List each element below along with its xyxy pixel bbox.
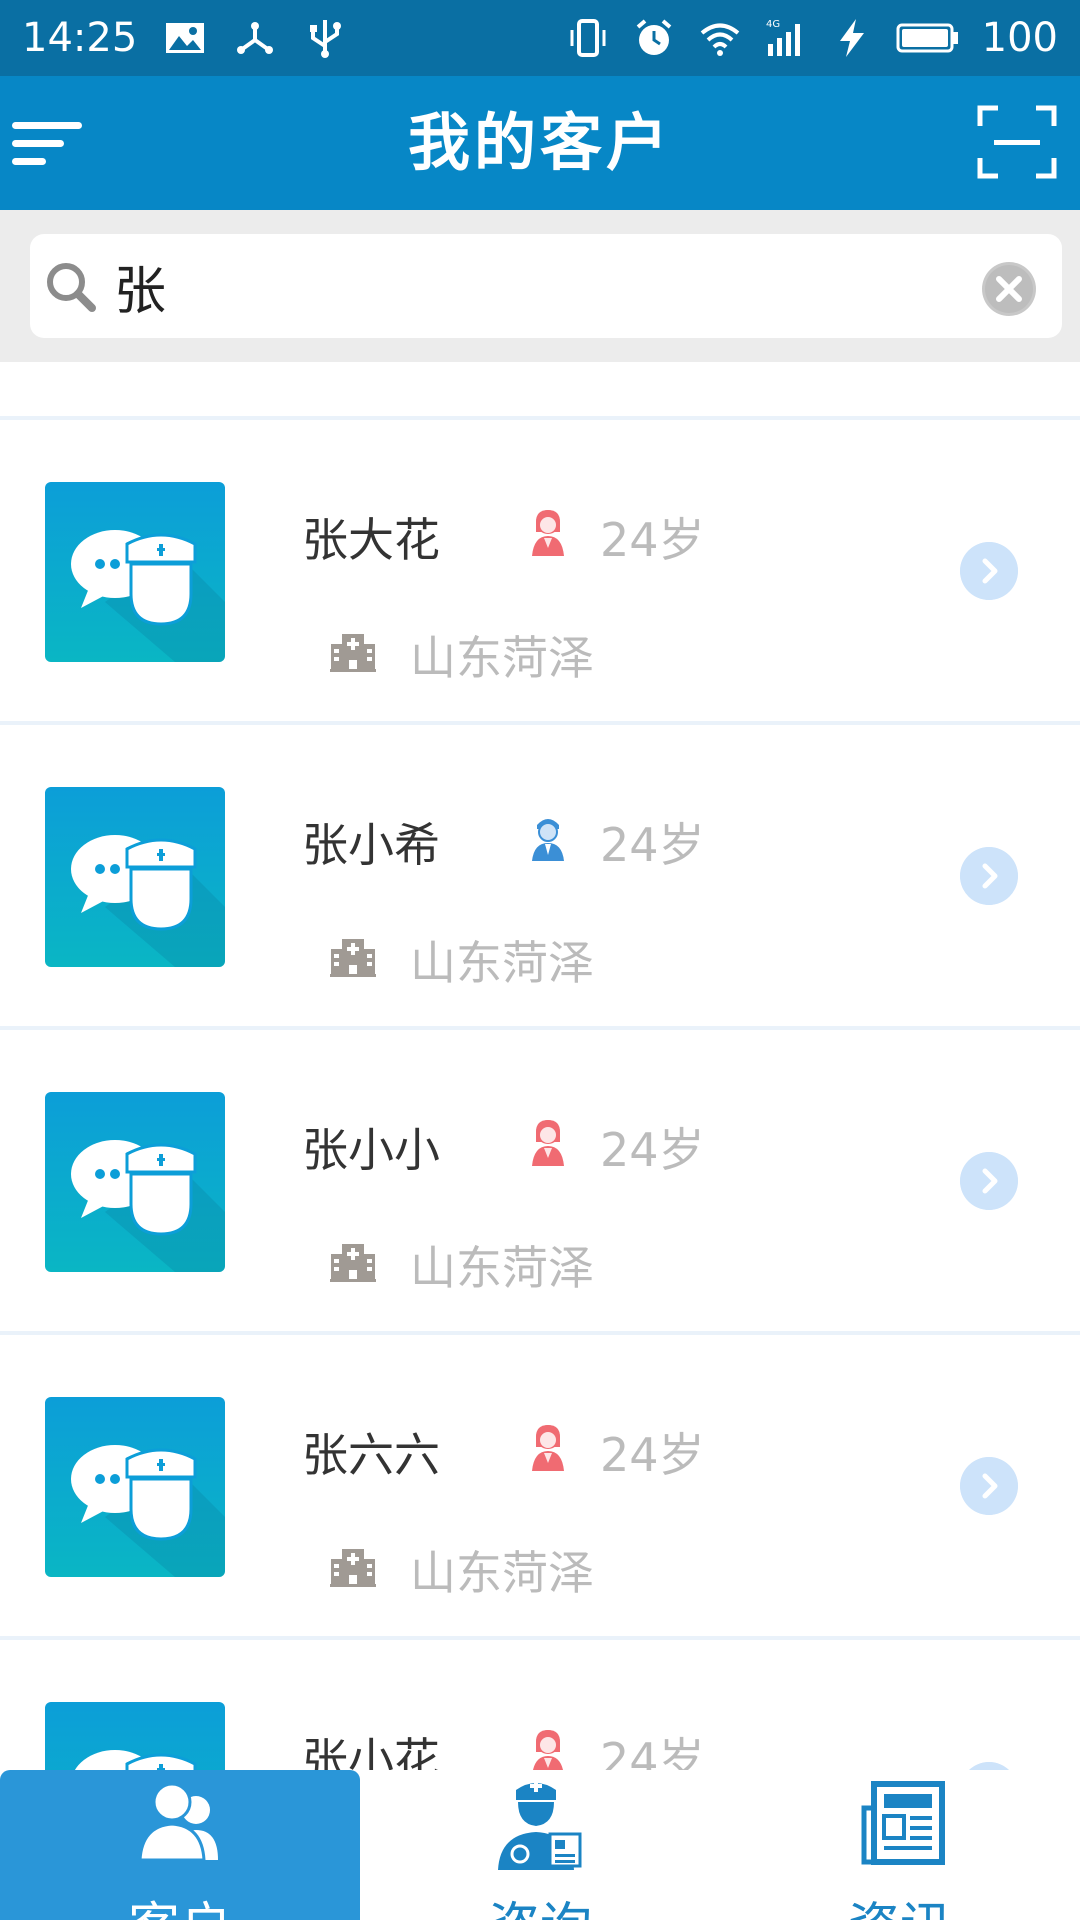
customer-location: 山东菏泽 [410, 936, 594, 990]
female-icon [528, 1728, 568, 1770]
signal-4g-icon: 4G [766, 19, 800, 56]
customer-avatar [45, 482, 225, 662]
female-icon [528, 508, 568, 556]
alarm-icon [636, 19, 671, 55]
search-bar[interactable] [30, 234, 1062, 338]
vibrate-icon [570, 19, 606, 57]
customer-avatar [45, 1397, 225, 1577]
customer-name: 张六六 [302, 1428, 440, 1482]
hospital-icon [330, 1242, 376, 1282]
page-title: 我的客户 [407, 106, 672, 179]
scan-icon[interactable] [976, 104, 1058, 180]
tab-customers[interactable]: 客户 [0, 1770, 360, 1920]
customer-age: 24岁 [600, 1428, 705, 1482]
search-area [0, 210, 1080, 362]
search-input[interactable] [114, 248, 974, 324]
customer-row[interactable]: 张小希 24岁山东菏泽 [0, 725, 1080, 1030]
hospital-icon [330, 632, 376, 672]
status-bar: 14:25 4G 100 [0, 0, 1080, 76]
customer-list[interactable]: 张大花 24岁 山东菏泽 张小希 24岁 山东菏泽 张小小 24岁 山东菏泽 张六六 24岁 山东菏泽… [0, 362, 1080, 1770]
customer-age: 24岁 [600, 1123, 705, 1177]
tab-news-label: 资讯 [720, 1898, 1080, 1920]
male-icon [528, 813, 568, 861]
customer-age: 24岁 [600, 818, 705, 872]
tab-customers-label: 客户 [0, 1898, 360, 1920]
share-icon [237, 22, 274, 54]
customer-name: 张小小 [302, 1123, 440, 1177]
search-icon [47, 263, 96, 312]
customer-row[interactable]: 张小花 24岁 [0, 1640, 1080, 1770]
chevron-right-icon[interactable] [960, 847, 1018, 905]
customer-age: 24岁 [600, 513, 705, 567]
list-top-spacer [0, 362, 1080, 420]
wifi-icon [700, 23, 739, 56]
customer-row[interactable]: 张小小 24岁山东菏泽 [0, 1030, 1080, 1335]
bottom-tab-bar: 客户 咨询 资讯 [0, 1770, 1080, 1920]
image-icon [166, 23, 205, 53]
customer-age: 24岁 [600, 1733, 705, 1770]
battery-icon [896, 23, 958, 53]
hospital-icon [330, 1547, 376, 1587]
female-icon [528, 1118, 568, 1166]
customer-row[interactable]: 张六六 24岁山东菏泽 [0, 1335, 1080, 1640]
customer-avatar [45, 1702, 225, 1770]
battery-level: 100 [981, 15, 1058, 61]
customer-location: 山东菏泽 [410, 1546, 594, 1600]
customers-icon [138, 1782, 218, 1862]
chevron-right-icon[interactable] [960, 1762, 1018, 1770]
clear-icon[interactable] [980, 260, 1038, 318]
customer-location: 山东菏泽 [410, 1241, 594, 1295]
customer-avatar [45, 1092, 225, 1272]
status-time: 14:25 [22, 15, 138, 61]
chevron-right-icon[interactable] [960, 542, 1018, 600]
customer-name: 张大花 [302, 513, 440, 567]
tab-news[interactable]: 资讯 [720, 1770, 1080, 1920]
tab-consult-label: 咨询 [360, 1898, 720, 1920]
svg-text:4G: 4G [766, 19, 780, 30]
tab-consult[interactable]: 咨询 [360, 1770, 720, 1920]
hospital-icon [330, 937, 376, 977]
chevron-right-icon[interactable] [960, 1457, 1018, 1515]
customer-name: 张小希 [302, 818, 440, 872]
usb-icon [310, 20, 342, 58]
customer-row[interactable]: 张大花 24岁山东菏泽 [0, 420, 1080, 725]
customer-avatar [45, 787, 225, 967]
app-bar: 我的客户 [0, 76, 1080, 210]
customer-location: 山东菏泽 [410, 631, 594, 685]
charging-icon [839, 19, 864, 57]
female-icon [528, 1423, 568, 1471]
news-icon [861, 1781, 945, 1865]
chevron-right-icon[interactable] [960, 1152, 1018, 1210]
doctor-consult-icon [498, 1780, 582, 1870]
customer-name: 张小花 [302, 1733, 440, 1770]
